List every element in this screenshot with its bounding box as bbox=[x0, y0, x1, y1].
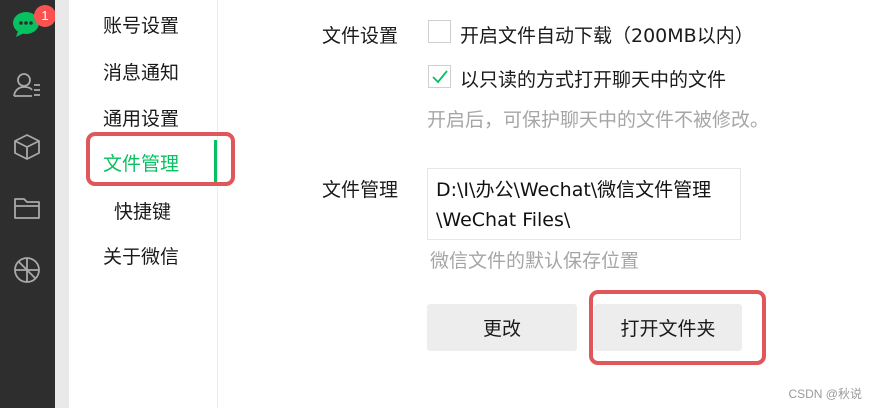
highlight-box-sidebar bbox=[86, 132, 235, 186]
storage-path-display: D:\I\办公\Wechat\微信文件管理\WeChat Files\ bbox=[427, 168, 741, 240]
file-management-label: 文件管理 bbox=[322, 179, 399, 201]
app-sidebar: 1 bbox=[0, 0, 56, 408]
check-icon bbox=[432, 70, 448, 84]
readonly-open-checkbox[interactable] bbox=[428, 65, 451, 88]
sidebar-item-general[interactable]: 通用设置 bbox=[103, 104, 179, 131]
contacts-icon[interactable] bbox=[9, 67, 45, 103]
sidebar-item-about[interactable]: 关于微信 bbox=[103, 242, 179, 269]
file-settings-label: 文件设置 bbox=[322, 25, 399, 47]
file-settings-hint: 开启后，可保护聊天中的文件不被修改。 bbox=[427, 109, 770, 131]
settings-sidebar: 账号设置 消息通知 通用设置 文件管理 快捷键 关于微信 bbox=[69, 0, 218, 408]
change-button[interactable]: 更改 bbox=[427, 304, 577, 351]
auto-download-label: 开启文件自动下载（200MB以内） bbox=[460, 25, 754, 47]
highlight-box-button bbox=[589, 290, 766, 365]
unread-badge: 1 bbox=[34, 5, 56, 27]
app-sidebar-edge bbox=[55, 0, 69, 408]
sidebar-item-account[interactable]: 账号设置 bbox=[103, 11, 179, 38]
box-icon[interactable] bbox=[9, 129, 45, 165]
storage-path-hint: 微信文件的默认保存位置 bbox=[430, 250, 640, 272]
watermark: CSDN @秋说 bbox=[788, 387, 862, 401]
auto-download-checkbox[interactable] bbox=[428, 20, 451, 43]
folder-icon[interactable] bbox=[9, 190, 45, 226]
sidebar-item-shortcuts[interactable]: 快捷键 bbox=[114, 197, 171, 224]
readonly-open-label: 以只读的方式打开聊天中的文件 bbox=[460, 69, 727, 91]
sidebar-item-notifications[interactable]: 消息通知 bbox=[103, 58, 179, 85]
moments-icon[interactable] bbox=[9, 252, 45, 288]
settings-window: 1 账号设置 消息通知 通用设置 文件管理 快捷键 关于微信 文件设置 开启文件… bbox=[0, 0, 872, 408]
